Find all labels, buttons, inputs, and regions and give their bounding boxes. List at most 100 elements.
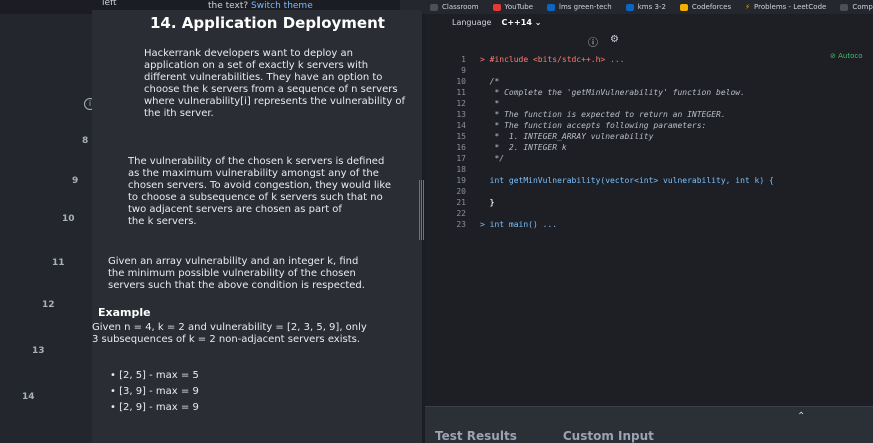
question-number[interactable]: 10 — [62, 214, 75, 224]
code-text: /* — [480, 77, 500, 86]
text-line: different vulnerabilities. They have an … — [144, 72, 383, 83]
line-number: 23 — [456, 220, 466, 229]
code-lines[interactable]: 1 > #include <bits/stdc++.h> ... 9 10 /* 11 … — [450, 54, 774, 230]
code-text: > #include <bits/stdc++.h> ... — [480, 55, 625, 64]
problem-paragraph-1: Hackerrank developers want to deploy an … — [144, 48, 405, 120]
check-circle-icon: ⊘ — [830, 52, 836, 60]
list-item: [2, 9] - max = 9 — [110, 400, 199, 416]
bookmark-label: Compete — [852, 3, 873, 11]
tab-custom-input[interactable]: Custom Input — [563, 429, 654, 443]
tab-test-results[interactable]: Test Results — [435, 429, 517, 443]
text-line: as the maximum vulnerability amongst any… — [128, 168, 379, 179]
bookmark-label: YouTube — [504, 3, 533, 11]
bookmark-label: lms green-tech — [559, 3, 612, 11]
code-line[interactable]: 16 * 2. INTEGER k — [450, 142, 774, 153]
bookmark-label: Codeforces — [691, 3, 732, 11]
language-select[interactable]: C++14 ⌄ — [501, 18, 541, 27]
bookmark-youtube[interactable]: YouTube — [492, 3, 533, 11]
text-line: choose the k servers from a sequence of … — [144, 84, 398, 95]
line-number: 12 — [456, 99, 466, 108]
problem-panel: 14. Application Deployment Hackerrank de… — [92, 10, 422, 443]
bookmarks-bar: Classroom YouTube lms green-tech kms 3-2… — [400, 0, 873, 14]
problem-paragraph-3: Given an array vulnerability and an inte… — [108, 256, 365, 292]
question-number[interactable]: 11 — [52, 258, 65, 268]
list-item: [3, 9] - max = 9 — [110, 384, 199, 400]
line-number: 17 — [456, 154, 466, 163]
code-editor[interactable]: Language C++14 ⌄ ⓘ ⚙ ⊘ Autoco 1 > #includ… — [425, 14, 873, 406]
code-text: * — [480, 99, 500, 108]
code-line[interactable]: 10 /* — [450, 76, 774, 87]
bookmark-classroom[interactable]: Classroom — [430, 3, 479, 11]
question-number[interactable]: 13 — [32, 346, 45, 356]
language-value: C++14 — [501, 18, 532, 27]
code-text: * 1. INTEGER_ARRAY vulnerability — [480, 132, 654, 141]
autocomplete-toggle[interactable]: ⊘ Autoco — [830, 52, 863, 60]
codeforces-icon — [679, 3, 688, 11]
chevron-up-icon[interactable]: ⌃ — [797, 411, 805, 422]
code-line[interactable]: 19 int getMinVulnerability(vector<int> v… — [450, 175, 774, 186]
linkedin-icon — [547, 3, 555, 11]
bookmark-leetcode[interactable]: ⚡ Problems - LeetCode — [745, 3, 826, 11]
text-line: Hackerrank developers want to deploy an — [144, 48, 353, 59]
text-line: Given an array vulnerability and an inte… — [108, 256, 359, 267]
bookmark-compete[interactable]: Compete — [840, 3, 873, 11]
list-item: [2, 5] - max = 5 — [110, 368, 199, 384]
code-line[interactable]: 11 * Complete the 'getMinVulnerability' … — [450, 87, 774, 98]
line-number: 19 — [456, 176, 466, 185]
code-line[interactable]: 18 — [450, 164, 774, 175]
question-number[interactable]: 9 — [72, 176, 78, 186]
line-number: 9 — [461, 66, 466, 75]
code-text: int getMinVulnerability(vector<int> vuln… — [480, 176, 774, 185]
text-line: chosen servers. To avoid congestion, the… — [128, 180, 391, 191]
youtube-icon — [492, 3, 501, 11]
code-text: */ — [480, 154, 505, 163]
problem-paragraph-2: The vulnerability of the chosen k server… — [128, 156, 391, 228]
code-line[interactable]: 22 — [450, 208, 774, 219]
text-line: The vulnerability of the chosen k server… — [128, 156, 385, 167]
code-line[interactable]: 9 — [450, 65, 774, 76]
text-line: application on a set of exactly k server… — [144, 60, 369, 71]
code-line[interactable]: 21 } — [450, 197, 774, 208]
bookmark-lms-green-tech[interactable]: lms green-tech — [547, 3, 612, 11]
line-number: 13 — [456, 110, 466, 119]
text-line: servers such that the above condition is… — [108, 280, 365, 291]
line-number: 18 — [456, 165, 466, 174]
code-line[interactable]: 13 * The function is expected to return … — [450, 109, 774, 120]
line-number: 10 — [456, 77, 466, 86]
bookmark-codeforces[interactable]: Codeforces — [679, 3, 732, 11]
code-line[interactable]: 14 * The function accepts following para… — [450, 120, 774, 131]
code-line[interactable]: 20 — [450, 186, 774, 197]
text-line: the k servers. — [128, 216, 197, 227]
results-panel: ⌃ Test Results Custom Input — [425, 406, 873, 443]
question-number[interactable]: 14 — [22, 392, 35, 402]
chevron-down-icon: ⌄ — [534, 18, 542, 27]
code-text: * The function is expected to return an … — [480, 110, 726, 119]
question-number[interactable]: 8 — [82, 136, 88, 146]
code-text: * The function accepts following paramet… — [480, 121, 707, 130]
linkedin-icon — [625, 3, 634, 11]
question-gutter: ✎ i 8 9 10 11 12 13 14 — [0, 14, 104, 443]
code-line[interactable]: 15 * 1. INTEGER_ARRAY vulnerability — [450, 131, 774, 142]
code-line[interactable]: 12 * — [450, 98, 774, 109]
code-line[interactable]: 1 > #include <bits/stdc++.h> ... — [450, 54, 774, 65]
leetcode-icon: ⚡ — [745, 3, 751, 11]
code-line[interactable]: 23 > int main() ... — [450, 219, 774, 230]
example-text: Given n = 4, k = 2 and vulnerability = [… — [92, 322, 367, 346]
text-line: to choose a subsequence of k servers suc… — [128, 192, 383, 203]
autocomplete-label: Autoco — [838, 52, 863, 60]
text-line: 3 subsequences of k = 2 non-adjacent ser… — [92, 334, 361, 345]
problem-title: 14. Application Deployment — [150, 14, 385, 32]
line-number: 21 — [456, 198, 466, 207]
settings-icon[interactable]: ⚙ — [610, 34, 619, 49]
line-number: 1 — [461, 55, 466, 64]
question-number[interactable]: 12 — [42, 300, 55, 310]
example-list: [2, 5] - max = 5 [3, 9] - max = 9 [2, 9]… — [110, 368, 199, 416]
bookmark-kms[interactable]: kms 3-2 — [625, 3, 666, 11]
language-label: Language — [452, 18, 492, 27]
example-heading: Example — [98, 306, 151, 319]
text-line: the minimum possible vulnerability of th… — [108, 268, 356, 279]
info-icon[interactable]: ⓘ — [588, 34, 598, 49]
code-line[interactable]: 17 */ — [450, 153, 774, 164]
line-number: 11 — [456, 88, 466, 97]
text-line: Given n = 4, k = 2 and vulnerability = [… — [92, 322, 367, 333]
